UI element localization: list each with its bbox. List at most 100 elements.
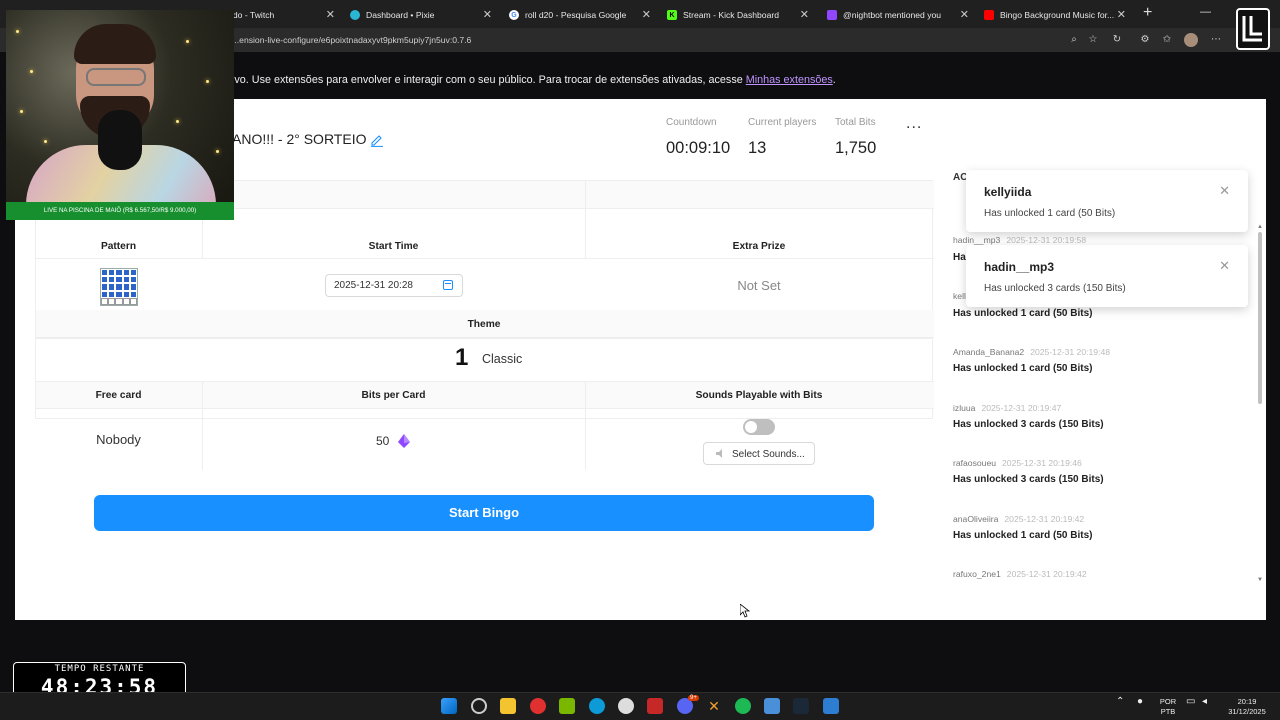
pattern-cell <box>101 283 109 291</box>
tray-chevron-icon[interactable]: ⌃ <box>1116 697 1124 707</box>
windows-taskbar: 9+ ✕ ⌃ ● POR PTB ▭ ◂ 20:19 31/12/2025 <box>0 692 1280 720</box>
start-bingo-button[interactable]: Start Bingo <box>94 495 874 531</box>
pattern-cell <box>122 269 130 277</box>
notification-toast: hadin__mp3 Has unlocked 3 cards (150 Bit… <box>966 245 1248 307</box>
bits-gem-icon <box>398 434 410 448</box>
sounds-toggle[interactable] <box>743 419 775 435</box>
close-tab-icon[interactable]: ✕ <box>800 8 809 21</box>
scroll-up-arrow[interactable]: ▲ <box>1257 224 1263 230</box>
language-indicator[interactable]: POR PTB <box>1158 697 1178 717</box>
widgets-icon[interactable] <box>471 698 487 714</box>
pattern-cell <box>101 269 109 277</box>
pattern-cell <box>122 290 130 298</box>
browser-tab[interactable]: Dashboard • Pixie ✕ <box>350 4 500 26</box>
select-sounds-button[interactable]: Select Sounds... <box>703 442 815 465</box>
volume-icon[interactable]: ◂ <box>1202 697 1207 707</box>
select-sounds-label: Select Sounds... <box>732 449 805 460</box>
new-tab-icon[interactable]: + <box>1143 4 1152 22</box>
minimize-icon[interactable]: — <box>1200 6 1211 18</box>
theme-name[interactable]: Classic <box>482 352 522 366</box>
free-card-value[interactable]: Nobody <box>35 432 202 447</box>
close-tab-icon[interactable]: ✕ <box>1117 8 1126 21</box>
players-label: Current players <box>748 117 817 128</box>
url-text[interactable]: ...ension-live-configure/e6poixtnadaxyvt… <box>232 35 471 45</box>
webcam-overlay <box>6 10 234 220</box>
steam-icon[interactable] <box>793 698 809 714</box>
browser-tab[interactable]: @nightbot mentioned you ✕ <box>827 4 977 26</box>
close-tab-icon[interactable]: ✕ <box>960 8 969 21</box>
favorite-star-icon[interactable]: ☆ <box>1087 34 1099 46</box>
extra-prize-value[interactable]: Not Set <box>720 278 798 293</box>
notepad-icon[interactable] <box>823 698 839 714</box>
total-bits-label: Total Bits <box>835 117 876 128</box>
toast-title: kellyiida <box>984 185 1032 199</box>
start-time-picker[interactable]: 2025-12-31 20:28 <box>325 274 463 297</box>
favorites-icon[interactable]: ✩ <box>1161 34 1173 46</box>
browser-tab[interactable]: G roll d20 - Pesquisa Google ✕ <box>509 4 659 26</box>
network-icon[interactable]: ▭ <box>1186 697 1195 707</box>
pattern-cell <box>122 283 130 291</box>
activity-time: 2025-12-31 20:19:42 <box>1006 569 1087 579</box>
clock-date: 31/12/2025 <box>1228 707 1266 716</box>
close-icon[interactable]: ✕ <box>1219 183 1230 199</box>
profile-avatar[interactable] <box>1184 33 1198 47</box>
edge-browser-icon[interactable] <box>589 698 605 714</box>
pattern-cell-empty <box>129 297 137 305</box>
start-time-header: Start Time <box>368 241 419 252</box>
app-icon[interactable]: ✕ <box>706 698 722 714</box>
toast-message: Has unlocked 3 cards (150 Bits) <box>984 283 1126 294</box>
tab-label: Dashboard • Pixie <box>366 10 435 20</box>
microphone-icon[interactable]: ● <box>1137 697 1143 707</box>
calendar-icon <box>443 280 453 290</box>
app-icon[interactable] <box>559 698 575 714</box>
activity-scrollbar[interactable] <box>1258 232 1262 404</box>
start-time-value: 2025-12-31 20:28 <box>334 280 413 291</box>
file-explorer-icon[interactable] <box>500 698 516 714</box>
bits-per-card-header: Bits per Card <box>361 390 426 401</box>
activity-time: 2025-12-31 20:19:42 <box>1004 514 1085 524</box>
activity-message: Ha <box>953 252 966 263</box>
activity-username: Amanda_Banana2 <box>953 347 1025 357</box>
activity-user: Amanda_Banana2 2025-12-31 20:19:48 <box>953 347 1110 357</box>
app-icon[interactable] <box>618 698 634 714</box>
pattern-cell <box>122 276 130 284</box>
bingo-title: ANO!!! - 2° SORTEIO <box>232 131 367 147</box>
theme-header: Theme <box>467 319 501 330</box>
activity-time: 2025-12-31 20:19:46 <box>1002 458 1082 468</box>
twitch-icon <box>827 10 837 20</box>
pattern-cell <box>108 269 116 277</box>
pattern-cell <box>115 290 123 298</box>
pattern-cell <box>115 283 123 291</box>
app-icon[interactable] <box>530 698 546 714</box>
zoom-icon[interactable]: ⌕ <box>1068 34 1080 46</box>
extensions-icon[interactable]: ⚙ <box>1139 34 1151 46</box>
close-tab-icon[interactable]: ✕ <box>326 8 335 21</box>
close-icon[interactable]: ✕ <box>1219 258 1230 274</box>
activity-user: hadin__mp3 2025-12-31 20:19:58 <box>953 235 1086 245</box>
edit-pencil-icon[interactable] <box>370 133 384 147</box>
bits-per-card-value[interactable]: 50 <box>376 434 389 448</box>
clock[interactable]: 20:19 31/12/2025 <box>1222 697 1272 717</box>
refresh-icon[interactable]: ↻ <box>1111 34 1123 46</box>
app-icon[interactable] <box>764 698 780 714</box>
pattern-cell <box>129 283 137 291</box>
windows-start-icon[interactable] <box>441 698 457 714</box>
browser-tab[interactable]: Bingo Background Music for... ✕ <box>984 4 1134 26</box>
close-tab-icon[interactable]: ✕ <box>642 8 651 21</box>
players-value: 13 <box>748 139 767 157</box>
browser-tab[interactable]: K Stream - Kick Dashboard ✕ <box>667 4 817 26</box>
pattern-cell <box>101 276 109 284</box>
app-icon[interactable] <box>647 698 663 714</box>
activity-message: Has unlocked 3 cards (150 Bits) <box>953 419 1104 430</box>
row-divider <box>36 381 934 382</box>
bingo-pattern-grid[interactable] <box>100 268 138 306</box>
scroll-down-arrow[interactable]: ▼ <box>1257 577 1263 583</box>
close-tab-icon[interactable]: ✕ <box>483 8 492 21</box>
fairy-light <box>206 80 209 83</box>
spotify-icon[interactable] <box>735 698 751 714</box>
my-extensions-link[interactable]: Minhas extensões <box>746 74 833 86</box>
more-options-icon[interactable]: ... <box>906 115 922 133</box>
more-menu-icon[interactable]: ⋯ <box>1210 34 1222 46</box>
tab-label: @nightbot mentioned you <box>843 10 942 20</box>
row-divider <box>36 258 934 259</box>
